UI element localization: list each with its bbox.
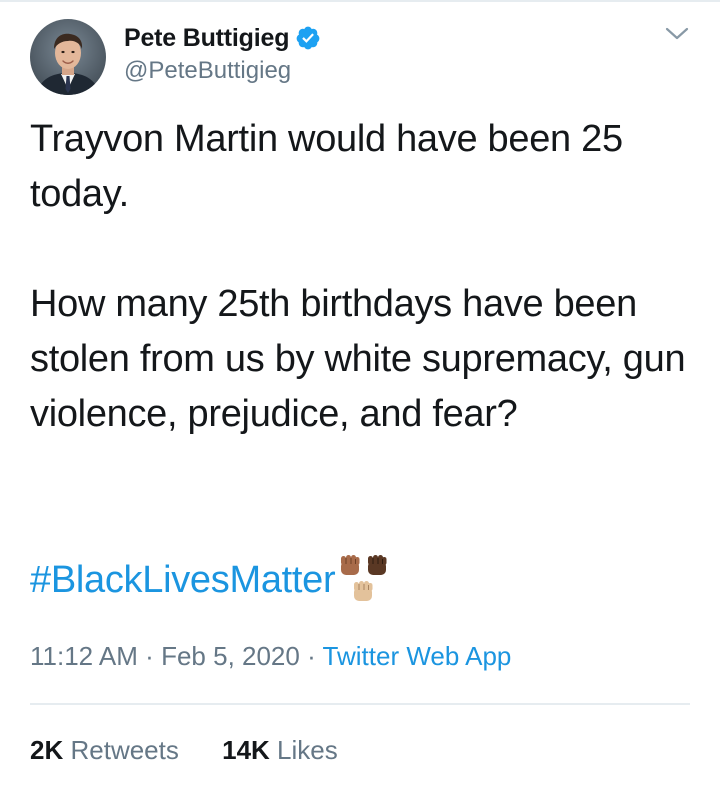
tweet-source-link[interactable]: Twitter Web App [323, 641, 512, 671]
tweet-stats: 2K Retweets 14K Likes [30, 734, 338, 766]
retweets-count: 2K [30, 735, 64, 765]
stats-divider [30, 703, 690, 705]
name-row: Pete Buttigieg [124, 20, 321, 56]
retweets-label: Retweets [70, 735, 179, 765]
profile-photo-icon [30, 19, 106, 95]
verified-badge-icon [295, 25, 321, 51]
chevron-down-icon[interactable] [664, 24, 690, 44]
raised-fists-skin-tones-icon [337, 553, 393, 609]
likes-count: 14K [222, 735, 270, 765]
tweet-time[interactable]: 11:12 AM [30, 641, 138, 671]
tweet-card: Pete Buttigieg @PeteButtigieg Trayvon Ma… [30, 0, 692, 792]
likes-stat[interactable]: 14K Likes [222, 734, 338, 766]
retweets-stat[interactable]: 2K Retweets [30, 734, 179, 766]
tweet-paragraph: Trayvon Martin would have been 25 today. [30, 118, 623, 215]
handle[interactable]: @PeteButtigieg [124, 57, 321, 85]
hashtag-link[interactable]: #BlackLivesMatter [30, 553, 336, 608]
likes-label: Likes [277, 735, 338, 765]
tweet-text: Trayvon Martin would have been 25 today.… [30, 112, 698, 442]
hashtag-row: #BlackLivesMatter [30, 553, 393, 609]
tweet-meta: 11:12 AM · Feb 5, 2020 · Twitter Web App [30, 640, 511, 672]
display-name[interactable]: Pete Buttigieg [124, 24, 289, 53]
meta-separator: · [145, 641, 154, 671]
tweet-paragraph: How many 25th birthdays have been stolen… [30, 283, 686, 435]
avatar[interactable] [30, 19, 106, 95]
tweet-date[interactable]: Feb 5, 2020 [161, 641, 300, 671]
author-block: Pete Buttigieg @PeteButtigieg [124, 20, 321, 85]
meta-separator: · [307, 641, 316, 671]
